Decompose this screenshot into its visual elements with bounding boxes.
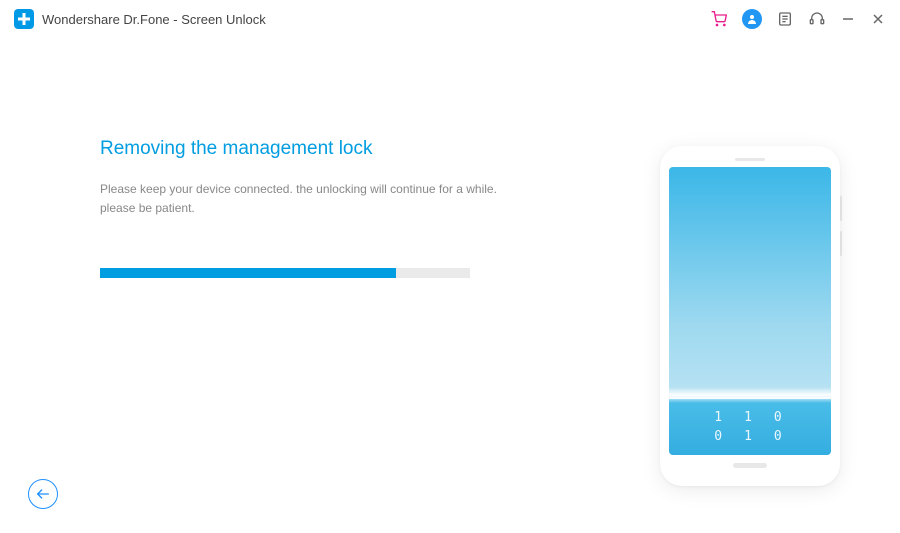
progress-bar — [100, 268, 470, 278]
feedback-icon[interactable] — [776, 10, 794, 28]
phone-illustration: 110 010 — [660, 146, 840, 486]
phone-home-icon — [733, 463, 767, 468]
cart-icon[interactable] — [710, 10, 728, 28]
code-row: 110 — [714, 408, 803, 428]
phone-screen: 110 010 — [669, 167, 831, 455]
status-heading: Removing the management lock — [100, 138, 500, 160]
main-content: Removing the management lock Please keep… — [0, 38, 900, 533]
app-logo-icon — [14, 9, 34, 29]
phone-speaker-icon — [735, 158, 765, 161]
titlebar-actions — [710, 9, 886, 29]
status-subtext: Please keep your device connected. the u… — [100, 180, 500, 218]
phone-code-overlay: 110 010 — [669, 397, 831, 455]
app-window: Wondershare Dr.Fone - Screen Unlock — [0, 0, 900, 533]
status-pane: Removing the management lock Please keep… — [100, 138, 500, 278]
account-icon[interactable] — [742, 9, 762, 29]
back-button[interactable] — [28, 479, 58, 509]
app-title: Wondershare Dr.Fone - Screen Unlock — [42, 12, 266, 27]
phone-glare — [669, 387, 831, 403]
close-button[interactable] — [870, 11, 886, 27]
support-icon[interactable] — [808, 10, 826, 28]
progress-fill — [100, 268, 396, 278]
titlebar: Wondershare Dr.Fone - Screen Unlock — [0, 0, 900, 38]
minimize-button[interactable] — [840, 11, 856, 27]
code-row: 010 — [714, 427, 803, 447]
